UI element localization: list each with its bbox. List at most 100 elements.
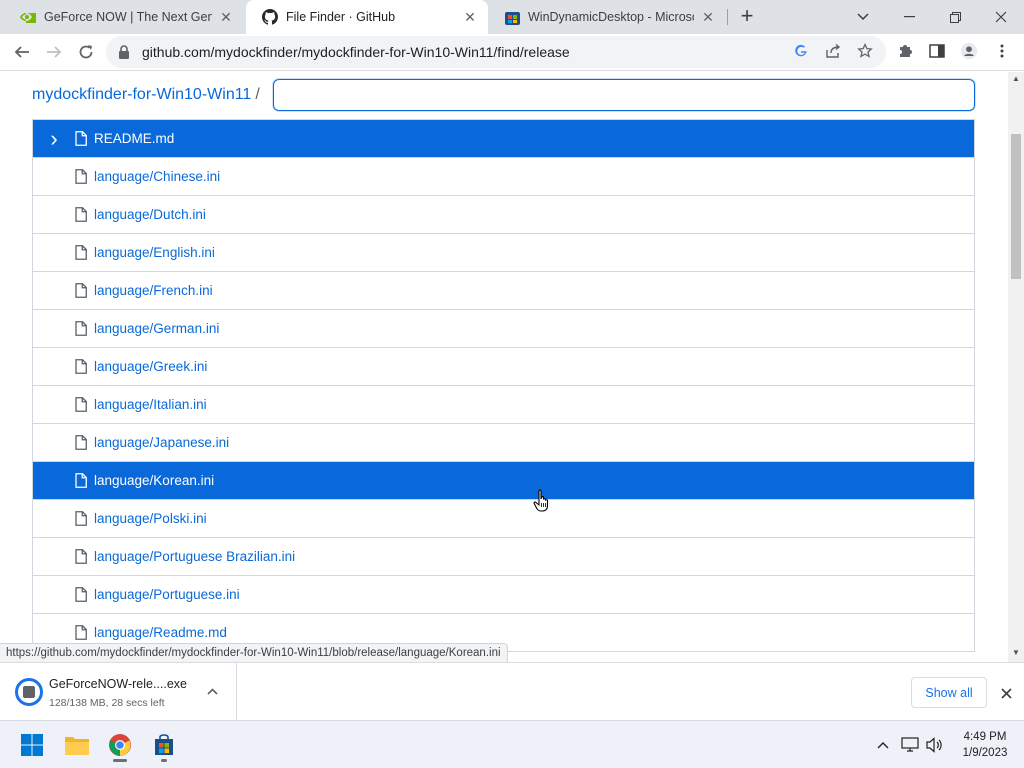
volume-icon[interactable] bbox=[925, 735, 945, 755]
file-path-link[interactable]: language/Portuguese Brazilian.ini bbox=[94, 549, 295, 564]
clock-time: 4:49 PM bbox=[963, 731, 1007, 743]
download-progress-ring bbox=[15, 678, 43, 706]
breadcrumb-separator: / bbox=[255, 86, 260, 103]
address-bar[interactable]: github.com/mydockfinder/mydockfinder-for… bbox=[106, 36, 886, 68]
show-hidden-icons-chevron-icon[interactable] bbox=[873, 735, 893, 755]
file-icon bbox=[75, 624, 91, 641]
extensions-puzzle-icon[interactable] bbox=[896, 42, 914, 60]
file-path-link[interactable]: language/Portuguese.ini bbox=[94, 587, 240, 602]
google-lens-icon[interactable] bbox=[792, 42, 810, 60]
url-text: github.com/mydockfinder/mydockfinder-for… bbox=[142, 44, 570, 60]
bookmark-star-icon[interactable] bbox=[856, 42, 874, 60]
ms-store-icon[interactable] bbox=[146, 727, 182, 763]
tab-title: File Finder · GitHub bbox=[286, 10, 396, 24]
file-path-link[interactable]: language/Readme.md bbox=[94, 625, 227, 640]
lock-icon[interactable] bbox=[118, 45, 132, 59]
github-icon bbox=[262, 9, 278, 25]
file-icon bbox=[75, 472, 91, 489]
show-all-button[interactable]: Show all bbox=[911, 677, 987, 708]
scroll-down-arrow-icon[interactable]: ▼ bbox=[1012, 648, 1020, 657]
reload-icon[interactable] bbox=[72, 38, 100, 66]
close-icon[interactable] bbox=[996, 683, 1016, 703]
file-path-link[interactable]: language/Dutch.ini bbox=[94, 207, 206, 222]
file-icon bbox=[75, 510, 91, 527]
installer-file-icon bbox=[23, 686, 35, 698]
windows-start-icon[interactable] bbox=[14, 727, 50, 763]
back-icon[interactable] bbox=[8, 38, 36, 66]
repo-link[interactable]: mydockfinder-for-Win10-Win11 bbox=[32, 86, 251, 103]
file-icon bbox=[75, 434, 91, 451]
share-icon[interactable] bbox=[824, 42, 842, 60]
tab-separator bbox=[727, 9, 728, 25]
hand-cursor-icon bbox=[533, 489, 549, 512]
tab-geforce-now[interactable]: GeForce NOW | The Next Genera ✕ bbox=[4, 0, 244, 34]
file-icon bbox=[75, 282, 91, 299]
file-path-link[interactable]: language/French.ini bbox=[94, 283, 213, 298]
file-path-link[interactable]: language/Korean.ini bbox=[94, 473, 214, 488]
windows-taskbar: 4:49 PM 1/9/2023 bbox=[0, 720, 1024, 768]
file-row[interactable]: language/German.ini bbox=[33, 310, 974, 348]
taskbar-clock[interactable]: 4:49 PM 1/9/2023 bbox=[950, 729, 1020, 761]
tab-title: GeForce NOW | The Next Genera bbox=[44, 10, 212, 24]
restore-icon[interactable] bbox=[932, 0, 978, 34]
file-icon bbox=[75, 168, 91, 185]
file-icon bbox=[75, 586, 91, 603]
file-row[interactable]: language/Dutch.ini bbox=[33, 196, 974, 234]
file-row[interactable]: language/Portuguese Brazilian.ini bbox=[33, 538, 974, 576]
close-tab-icon[interactable]: ✕ bbox=[218, 9, 234, 25]
file-icon bbox=[75, 244, 91, 261]
network-icon[interactable] bbox=[900, 735, 920, 755]
tab-search-chevron-icon[interactable] bbox=[840, 0, 886, 34]
file-icon bbox=[75, 396, 91, 413]
new-tab-button[interactable]: + bbox=[734, 5, 760, 29]
file-row[interactable]: language/Korean.ini bbox=[33, 462, 974, 500]
file-row[interactable]: language/Japanese.ini bbox=[33, 424, 974, 462]
tab-strip: GeForce NOW | The Next Genera ✕ File Fin… bbox=[0, 0, 1024, 34]
minimize-icon[interactable] bbox=[886, 0, 932, 34]
file-row[interactable]: language/Portuguese.ini bbox=[33, 576, 974, 614]
tab-windynamicdesktop[interactable]: WinDynamicDesktop - Microsoft ✕ bbox=[488, 0, 726, 34]
file-path-link[interactable]: language/Greek.ini bbox=[94, 359, 207, 374]
file-row[interactable]: › README.md bbox=[33, 120, 974, 158]
profile-avatar-icon[interactable] bbox=[960, 42, 978, 60]
file-icon bbox=[75, 358, 91, 375]
file-explorer-icon[interactable] bbox=[59, 727, 95, 763]
file-path-link[interactable]: README.md bbox=[94, 131, 174, 146]
forward-icon[interactable] bbox=[40, 38, 68, 66]
close-window-icon[interactable] bbox=[978, 0, 1024, 34]
download-status: 128/138 MB, 28 secs left bbox=[49, 697, 165, 709]
file-path-link[interactable]: language/Polski.ini bbox=[94, 511, 207, 526]
scroll-up-arrow-icon[interactable]: ▲ bbox=[1012, 74, 1020, 83]
download-item[interactable]: GeForceNOW-rele....exe 128/138 MB, 28 se… bbox=[0, 663, 237, 721]
file-path-link[interactable]: language/German.ini bbox=[94, 321, 219, 336]
chrome-icon[interactable] bbox=[102, 727, 138, 763]
file-row[interactable]: language/Chinese.ini bbox=[33, 158, 974, 196]
file-path-link[interactable]: language/Japanese.ini bbox=[94, 435, 229, 450]
close-tab-icon[interactable]: ✕ bbox=[700, 9, 716, 25]
file-path-link[interactable]: language/English.ini bbox=[94, 245, 215, 260]
file-icon bbox=[75, 130, 91, 147]
file-path-link[interactable]: language/Italian.ini bbox=[94, 397, 207, 412]
file-row[interactable]: language/Italian.ini bbox=[33, 386, 974, 424]
clock-date: 1/9/2023 bbox=[962, 747, 1008, 759]
file-row[interactable]: language/Greek.ini bbox=[33, 348, 974, 386]
file-icon bbox=[75, 320, 91, 337]
chevron-up-icon[interactable] bbox=[203, 682, 221, 700]
scroll-thumb[interactable] bbox=[1011, 134, 1021, 279]
tab-title: WinDynamicDesktop - Microsoft bbox=[528, 10, 694, 24]
file-row[interactable]: language/Polski.ini bbox=[33, 500, 974, 538]
tab-file-finder[interactable]: File Finder · GitHub ✕ bbox=[246, 0, 488, 34]
file-path-link[interactable]: language/Chinese.ini bbox=[94, 169, 220, 184]
page-content: mydockfinder-for-Win10-Win11/ › README.md… bbox=[0, 72, 1008, 662]
file-row[interactable]: language/English.ini bbox=[33, 234, 974, 272]
file-row[interactable]: language/French.ini bbox=[33, 272, 974, 310]
more-menu-icon[interactable] bbox=[993, 42, 1011, 60]
file-finder-input[interactable] bbox=[273, 79, 975, 111]
file-list: › README.md language/Chinese.ini language/D… bbox=[32, 119, 975, 652]
page-scrollbar[interactable]: ▲ ▼ bbox=[1008, 72, 1024, 662]
side-panel-icon[interactable] bbox=[928, 42, 946, 60]
chevron-right-icon: › bbox=[50, 125, 58, 151]
close-tab-icon[interactable]: ✕ bbox=[462, 9, 478, 25]
download-filename: GeForceNOW-rele....exe bbox=[49, 677, 188, 691]
running-indicator bbox=[161, 759, 167, 762]
